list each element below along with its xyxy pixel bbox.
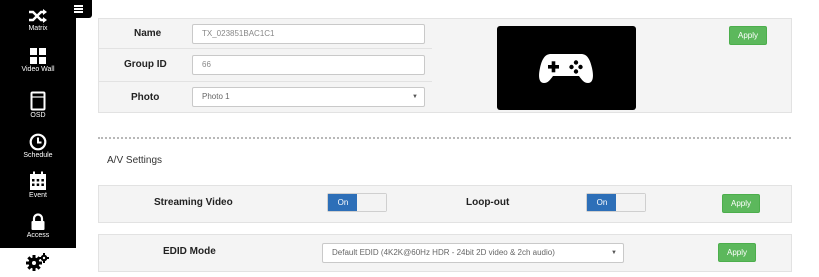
sidebar-item-video-wall[interactable]: Video Wall <box>0 47 76 81</box>
edid-apply-button[interactable]: Apply <box>718 243 756 262</box>
sidebar-item-label: Schedule <box>23 152 53 159</box>
sidebar-item-label: Access <box>26 232 50 239</box>
sidebar-item-label: Matrix <box>28 25 48 32</box>
chevron-down-icon: ▼ <box>412 94 418 100</box>
edid-select-value: Default EDID (4K2K@60Hz HDR - 24bit 2D v… <box>332 248 555 257</box>
group-id-label: Group ID <box>124 59 167 70</box>
lock-icon <box>31 213 45 230</box>
sidebar-item-event[interactable]: Event <box>0 171 76 205</box>
sidebar-item-schedule[interactable]: Schedule <box>0 133 76 165</box>
sidebar-item-osd[interactable]: OSD <box>0 91 76 125</box>
toggle-off-state <box>357 194 386 211</box>
menu-icon <box>74 5 83 13</box>
section-divider <box>98 137 791 139</box>
photo-label: Photo <box>131 92 160 103</box>
sidebar-item-label: Event <box>29 192 47 199</box>
calendar-icon <box>30 171 46 190</box>
toggle-on-state: On <box>328 194 358 211</box>
sidebar: Matrix Video Wall OSD Schedule Event Acc… <box>0 0 92 277</box>
loop-out-label: Loop-out <box>466 197 510 208</box>
streaming-apply-button[interactable]: Apply <box>722 194 760 213</box>
gamepad-icon <box>539 54 593 83</box>
sidebar-item-access[interactable]: Access <box>0 213 76 245</box>
sidebar-item-label: Video Wall <box>21 66 55 73</box>
photo-select-value: Photo 1 <box>202 92 230 101</box>
gears-icon <box>26 253 49 271</box>
name-label: Name <box>134 28 162 39</box>
av-settings-title: A/V Settings <box>107 155 163 166</box>
name-input[interactable]: TX_023851BAC1C1 <box>192 24 425 44</box>
app-root: Matrix Video Wall OSD Schedule Event Acc… <box>0 0 819 277</box>
loop-out-toggle[interactable]: On <box>586 193 646 212</box>
edid-mode-label: EDID Mode <box>163 246 216 257</box>
monitor-icon <box>30 91 46 111</box>
row-divider <box>98 81 432 82</box>
streaming-video-toggle[interactable]: On <box>327 193 387 212</box>
edid-mode-select[interactable]: Default EDID (4K2K@60Hz HDR - 24bit 2D v… <box>322 243 624 263</box>
sidebar-item-settings[interactable] <box>0 248 76 277</box>
sidebar-toggle-button[interactable] <box>66 0 92 18</box>
group-id-input[interactable]: 66 <box>192 55 425 75</box>
photo-select[interactable]: Photo 1 ▼ <box>192 87 425 107</box>
streaming-video-label: Streaming Video <box>154 197 233 208</box>
row-divider <box>98 48 432 49</box>
toggle-off-state <box>616 194 645 211</box>
grid-icon <box>30 48 46 64</box>
device-apply-button[interactable]: Apply <box>729 26 767 45</box>
sidebar-item-label: OSD <box>30 112 46 119</box>
sidebar-item-matrix[interactable]: Matrix <box>0 8 76 38</box>
shuffle-icon <box>29 9 47 23</box>
toggle-on-state: On <box>587 194 617 211</box>
clock-icon <box>29 133 47 151</box>
chevron-down-icon: ▼ <box>611 250 617 256</box>
device-photo-preview <box>497 26 636 110</box>
